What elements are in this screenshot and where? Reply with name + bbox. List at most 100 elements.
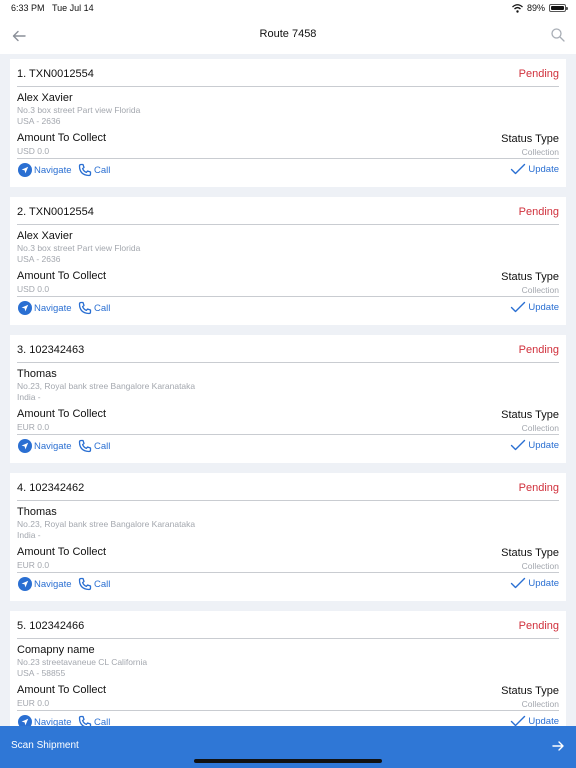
checkmark-icon [511,301,526,313]
home-indicator[interactable] [194,759,382,763]
navigate-button[interactable]: Navigate [18,301,72,315]
card-header: 3. 102342463 Pending [17,339,559,363]
call-label: Call [94,302,111,314]
update-button[interactable]: Update [510,577,559,589]
navigate-icon [18,301,32,315]
address-line-2: USA - 2636 [17,116,61,126]
checkmark-icon [511,715,526,726]
call-label: Call [94,578,111,590]
checkmark-icon [511,163,526,175]
call-button[interactable]: Call [78,715,110,726]
update-button[interactable]: Update [510,163,559,175]
amount-label: Amount To Collect [17,270,107,282]
card-header: 5. 102342466 Pending [17,615,559,639]
status-time: 6:33 PM [11,3,45,13]
navigate-button[interactable]: Navigate [18,439,72,453]
navigate-label: Navigate [34,302,72,314]
status-type-value: Collection [521,147,559,157]
shipment-list[interactable]: 1. TXN0012554 Pending Alex Xavier No.3 b… [0,54,576,726]
call-button[interactable]: Call [78,439,110,453]
status-type-label: Status Type [501,133,559,145]
call-button[interactable]: Call [78,577,110,591]
transaction-id: 5. 102342466 [17,620,85,632]
address-line-2: India - [17,392,41,402]
call-button[interactable]: Call [78,163,110,177]
status-type-label: Status Type [501,547,559,559]
address-line-1: No.23 streetavaneue CL California [17,657,148,667]
amount-value: EUR 0.0 [17,698,50,708]
update-button[interactable]: Update [510,715,559,726]
card-actions: Navigate Call Update [17,163,559,181]
customer-name: Alex Xavier [17,92,73,104]
navigate-label: Navigate [34,440,72,452]
customer-name: Thomas [17,506,57,518]
address-line-2: India - [17,530,41,540]
card-header: 2. TXN0012554 Pending [17,201,559,225]
battery-percent: 89% [526,3,545,13]
phone-icon [78,577,92,591]
phone-icon [78,715,92,726]
navigate-button[interactable]: Navigate [18,577,72,591]
status-type-label: Status Type [501,271,559,283]
navigate-button[interactable]: Navigate [18,163,72,177]
customer-name: Comapny name [17,644,95,656]
shipment-card: 4. 102342462 Pending Thomas No.23, Royal… [10,473,566,601]
navigate-icon [18,577,32,591]
address-line-1: No.23, Royal bank stree Bangalore Karana… [17,519,196,529]
checkmark-icon [511,577,526,589]
update-label: Update [528,715,559,727]
card-header: 4. 102342462 Pending [17,477,559,501]
shipment-card: 5. 102342466 Pending Comapny name No.23 … [10,611,566,726]
amount-value: EUR 0.0 [17,560,50,570]
card-actions: Navigate Call Update [17,577,559,595]
divider [17,572,559,573]
call-button[interactable]: Call [78,301,110,315]
amount-label: Amount To Collect [17,132,107,144]
transaction-id: 4. 102342462 [17,482,85,494]
status-type-label: Status Type [501,685,559,697]
update-label: Update [528,439,559,451]
card-actions: Navigate Call Update [17,439,559,457]
amount-value: USD 0.0 [17,146,50,156]
transaction-id: 3. 102342463 [17,344,85,356]
customer-name: Alex Xavier [17,230,73,242]
card-header: 1. TXN0012554 Pending [17,63,559,87]
search-icon[interactable] [550,27,566,43]
divider [17,710,559,711]
navigate-icon [18,715,32,726]
status-badge: Pending [518,620,559,632]
status-badge: Pending [518,344,559,356]
navigate-label: Navigate [34,716,72,727]
update-button[interactable]: Update [510,301,559,313]
status-type-value: Collection [521,561,559,571]
battery-icon [549,4,568,12]
call-label: Call [94,716,111,727]
status-badge: Pending [518,68,559,80]
update-button[interactable]: Update [510,439,559,451]
page-title: Route 7458 [259,28,317,40]
amount-value: EUR 0.0 [17,422,50,432]
status-type-value: Collection [521,423,559,433]
card-actions: Navigate Call Update [17,715,559,726]
customer-name: Thomas [17,368,57,380]
address-line-2: USA - 2636 [17,254,61,264]
update-label: Update [528,301,559,313]
navigate-icon [18,439,32,453]
scan-shipment-label: Scan Shipment [11,740,79,751]
nav-bar: Route 7458 [0,16,576,54]
phone-icon [78,163,92,177]
navigate-button[interactable]: Navigate [18,715,72,726]
status-type-value: Collection [521,699,559,709]
navigate-icon [18,163,32,177]
update-label: Update [528,577,559,589]
update-label: Update [528,163,559,175]
card-actions: Navigate Call Update [17,301,559,319]
shipment-card: 2. TXN0012554 Pending Alex Xavier No.3 b… [10,197,566,325]
status-badge: Pending [518,482,559,494]
transaction-id: 2. TXN0012554 [17,206,94,218]
shipment-card: 1. TXN0012554 Pending Alex Xavier No.3 b… [10,59,566,187]
amount-label: Amount To Collect [17,546,107,558]
address-line-1: No.3 box street Part view Florida [17,243,141,253]
status-type-value: Collection [521,285,559,295]
status-type-label: Status Type [501,409,559,421]
